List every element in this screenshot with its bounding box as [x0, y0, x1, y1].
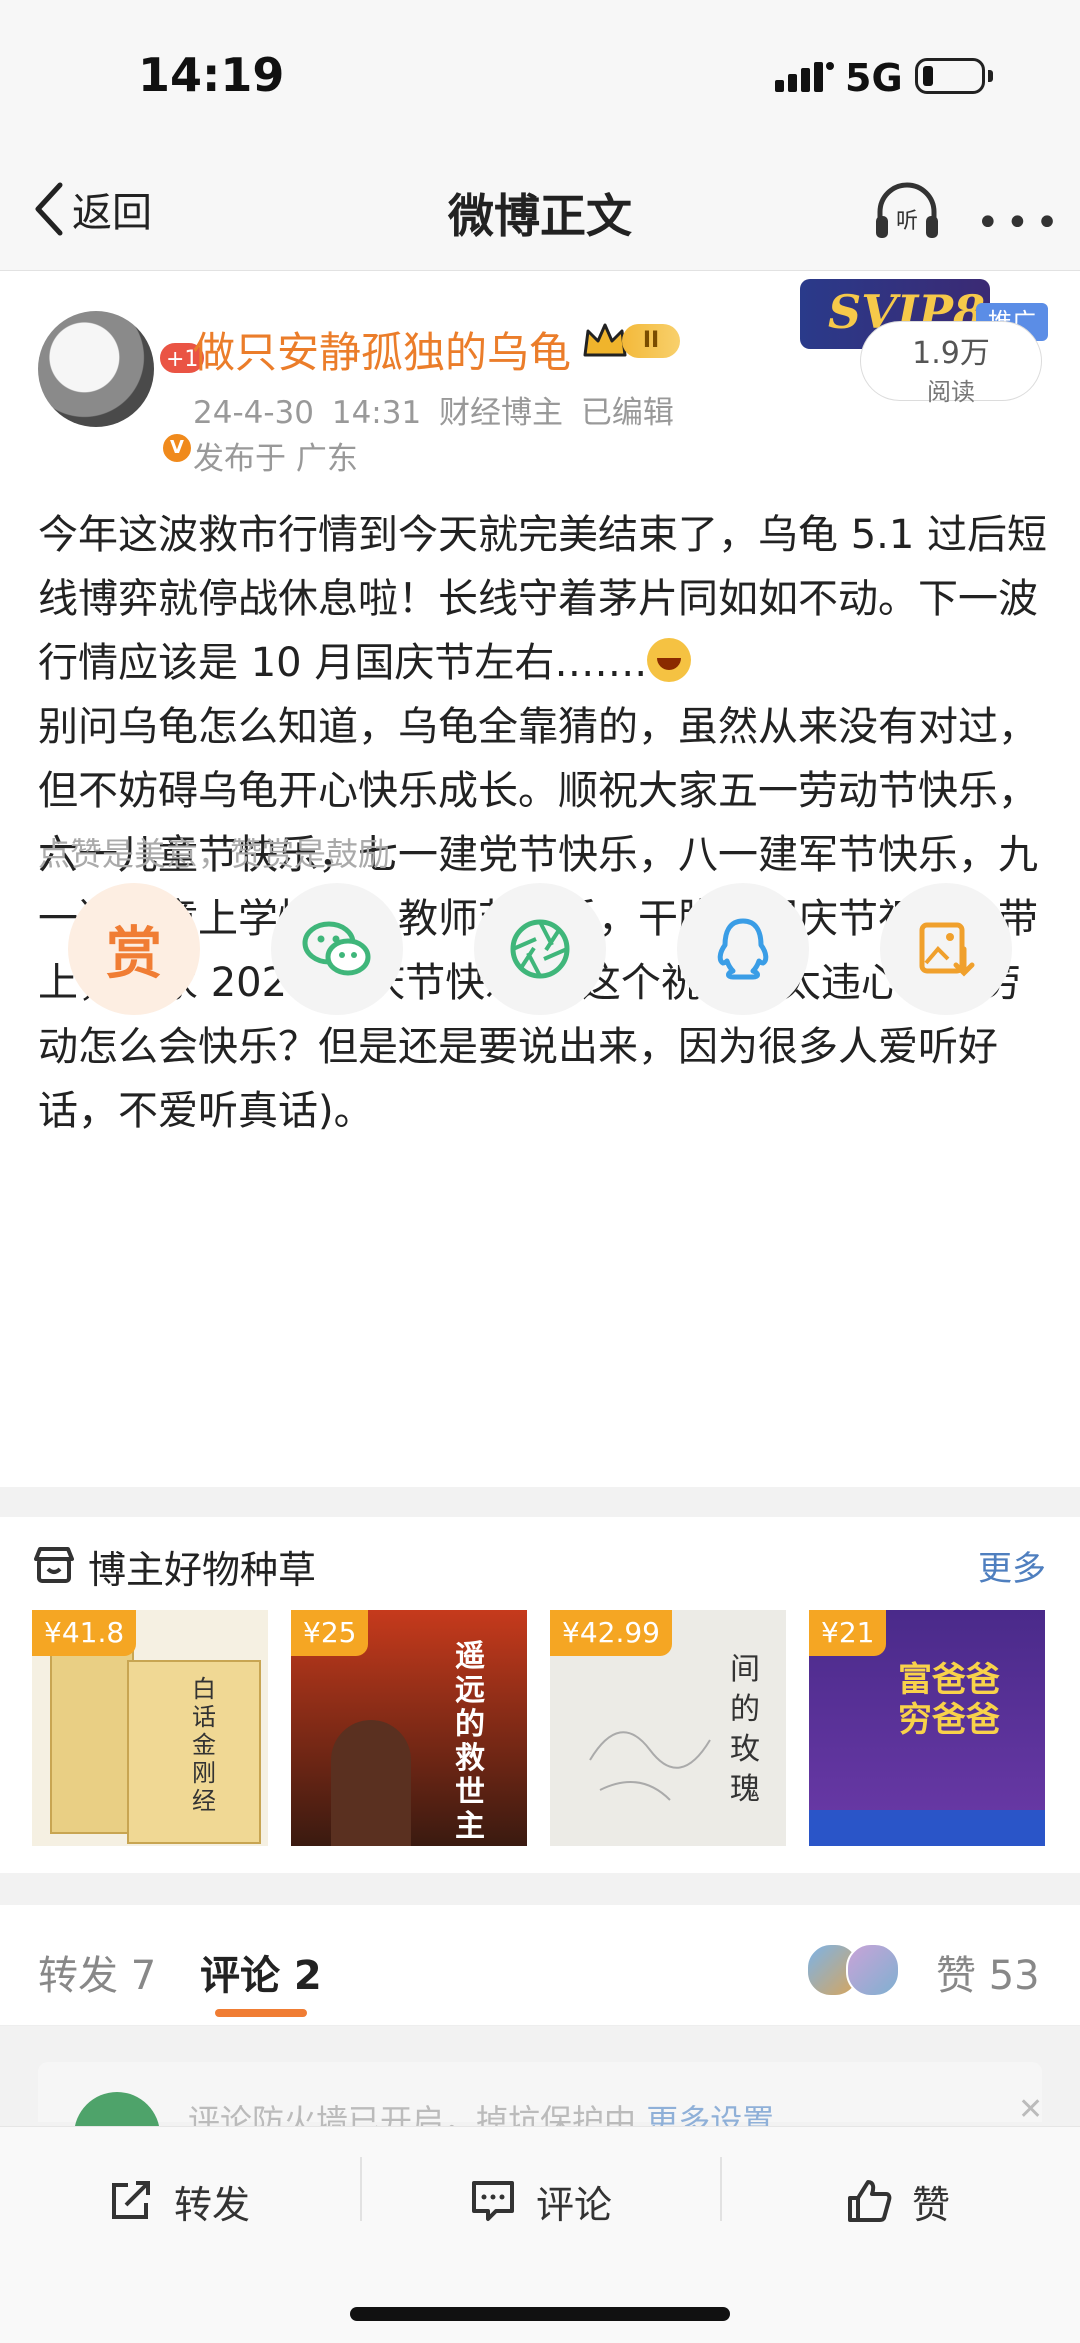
product-cover-title: 间的玫瑰: [730, 1652, 760, 1807]
share-forward-icon: [112, 2181, 150, 2219]
shop-icon: [32, 1545, 76, 1589]
like-label: 赞: [912, 2182, 951, 2227]
liker-avatars[interactable]: [806, 1943, 902, 1997]
post-card: +1 V 做只安静孤独的乌龟 II 24-4-30 14:31 财经博主 已编辑…: [0, 271, 1080, 1487]
laughing-emoji-icon: [647, 638, 692, 682]
product-card[interactable]: 间的玫瑰 ¥42.99: [550, 1610, 786, 1846]
product-card[interactable]: 遥远的救世主 ¥25: [291, 1610, 527, 1846]
share-wechat-button[interactable]: [271, 883, 403, 1015]
product-price: ¥42.99: [550, 1610, 672, 1656]
comment-firewall-notice: 评论防火墙已开启，掉坑保护中 更多设置 ✕: [38, 2062, 1043, 2152]
goods-more-link[interactable]: 更多: [978, 1541, 1046, 1590]
share-row: 赏: [68, 883, 1018, 1018]
tab-comment[interactable]: 评论 2: [200, 1943, 322, 2001]
save-image-button[interactable]: [880, 883, 1012, 1015]
svg-text:听: 听: [896, 209, 918, 234]
comment-tabs: 转发 7 评论 2 赞 53: [0, 1905, 1080, 2026]
share-moments-button[interactable]: [474, 883, 606, 1015]
comment-button[interactable]: 评论: [470, 2171, 612, 2231]
wechat-icon: [302, 921, 371, 976]
listen-button[interactable]: 听: [872, 180, 942, 244]
post-meta: 24-4-30 14:31 财经博主 已编辑: [193, 395, 674, 431]
avatar[interactable]: +1 V: [38, 311, 207, 465]
comment-icon: [472, 2181, 514, 2221]
home-indicator: [350, 2307, 730, 2321]
chevron-left-icon: [35, 182, 63, 236]
product-price: ¥21: [809, 1610, 887, 1656]
back-button[interactable]: 返回: [32, 180, 152, 238]
product-price: ¥41.8: [32, 1610, 137, 1656]
forward-label: 转发: [174, 2182, 251, 2227]
reward-label: 赏: [106, 921, 162, 987]
image-download-icon: [919, 922, 975, 977]
camera-aperture-icon: [510, 919, 570, 979]
goods-section: 博主好物种草 更多 白话金刚经 ¥41.8 遥远的救世主 ¥25 间的玫瑰 ¥4…: [0, 1517, 1080, 1873]
reward-button[interactable]: 赏: [68, 883, 200, 1015]
more-options-button[interactable]: •••: [976, 200, 1065, 246]
read-count: 1.9万: [912, 336, 990, 371]
username[interactable]: 做只安静孤独的乌龟: [193, 319, 571, 380]
product-cover-title: 遥远的救世主: [455, 1639, 485, 1844]
tab-like[interactable]: 赞 53: [936, 1943, 1040, 2001]
read-label: 阅读: [927, 378, 975, 406]
reward-tip-text: 点赞是美意，赞赏是鼓励: [38, 835, 391, 873]
divider: [360, 2157, 362, 2221]
network-type: 5G: [845, 56, 903, 100]
post-text-part1: 今年这波救市行情到今天就完美结束了，乌龟 5.1 过后短线博弈就停战休息啦！长线…: [38, 512, 1048, 686]
status-time: 14:19: [138, 48, 285, 102]
product-card[interactable]: 富爸爸穷爸爸 ¥21: [809, 1610, 1045, 1846]
back-label: 返回: [72, 190, 152, 236]
product-card[interactable]: 白话金刚经 ¥41.8: [32, 1610, 268, 1846]
qq-icon: [717, 918, 769, 980]
status-bar: 14:19 5G: [0, 0, 1080, 150]
forward-button[interactable]: 转发: [108, 2171, 250, 2231]
post-location: 发布于 广东: [193, 441, 358, 477]
share-qq-button[interactable]: [677, 883, 809, 1015]
battery-icon: [915, 58, 993, 94]
nav-bar: 微博正文 返回 听 •••: [0, 150, 1080, 271]
headphones-icon: 听: [876, 182, 938, 238]
product-cover-title: 白话金刚经: [192, 1675, 216, 1815]
goods-title: 博主好物种草: [88, 1548, 317, 1592]
active-tab-indicator: [215, 2009, 307, 2017]
bottom-action-bar: 转发 评论 赞: [0, 2126, 1080, 2343]
product-cover-title: 富爸爸穷爸爸: [898, 1660, 1000, 1740]
tab-forward[interactable]: 转发 7: [38, 1943, 156, 2001]
product-price: ¥25: [291, 1610, 369, 1656]
avatar: [846, 1943, 900, 1997]
member-level-badge[interactable]: II: [582, 321, 680, 361]
read-count-box: 1.9万 阅读: [860, 321, 1042, 406]
post-text: 今年这波救市行情到今天就完美结束了，乌龟 5.1 过后短线博弈就停战休息啦！长线…: [38, 503, 1048, 1143]
like-button[interactable]: 赞: [846, 2171, 950, 2231]
signal-icon: [775, 62, 835, 96]
close-icon[interactable]: ✕: [1018, 2092, 1043, 2127]
verified-badge-icon: V: [160, 431, 194, 465]
level-label: II: [622, 324, 680, 358]
divider: [720, 2157, 722, 2221]
thumbs-up-icon: [848, 2180, 892, 2222]
comment-label: 评论: [536, 2182, 613, 2227]
